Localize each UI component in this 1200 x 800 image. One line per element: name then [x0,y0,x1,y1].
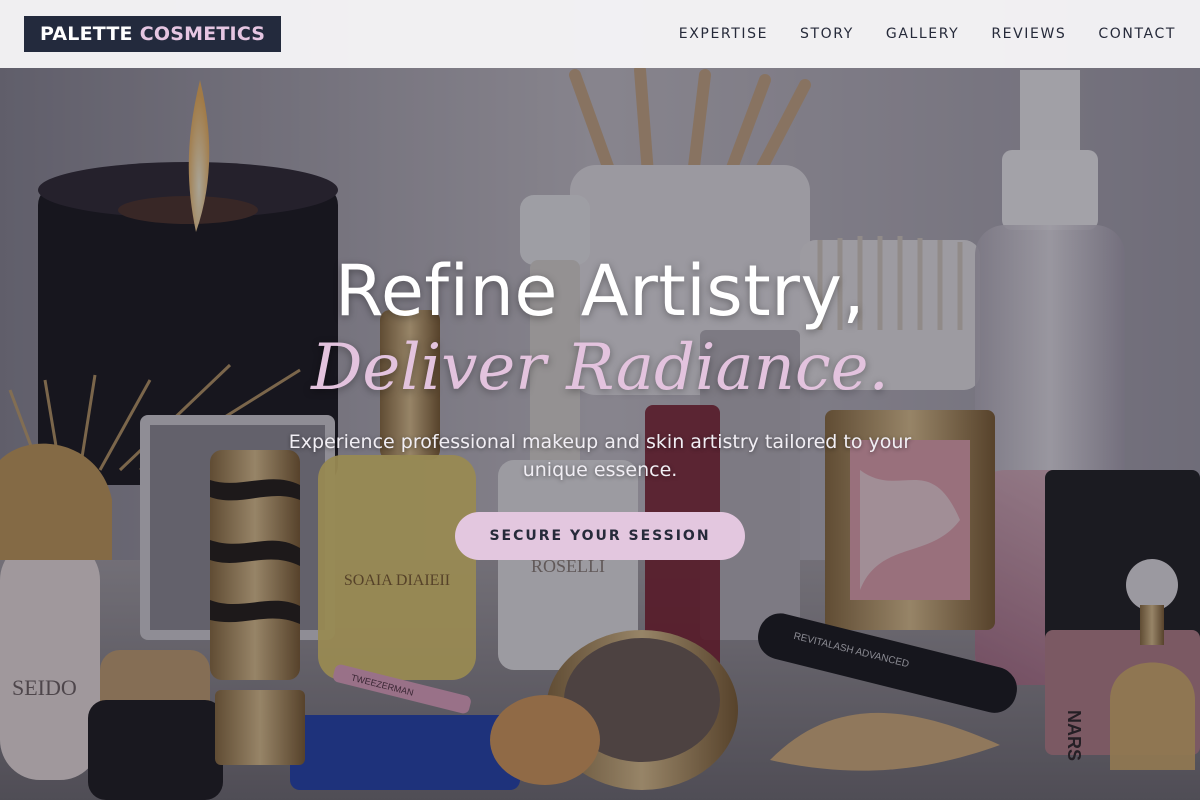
nav-link-expertise[interactable]: EXPERTISE [679,26,768,42]
hero-content: Refine Artistry, Deliver Radiance. Exper… [0,250,1200,560]
secure-session-button[interactable]: SECURE YOUR SESSION [455,512,745,560]
site-header: PALETTE COSMETICS EXPERTISE STORY GALLER… [0,0,1200,68]
brand-logo[interactable]: PALETTE COSMETICS [24,16,282,52]
nav-link-contact[interactable]: CONTACT [1098,26,1176,42]
logo-word-cosmetics: COSMETICS [139,23,266,45]
main-nav: EXPERTISE STORY GALLERY REVIEWS CONTACT [679,26,1176,42]
nav-link-reviews[interactable]: REVIEWS [991,26,1066,42]
nav-link-story[interactable]: STORY [800,26,854,42]
nav-link-gallery[interactable]: GALLERY [886,26,959,42]
hero-title-line2: Deliver Radiance. [311,331,889,405]
hero-title-line1: Refine Artistry, [334,250,866,332]
logo-word-palette: PALETTE [40,23,133,45]
hero-subtitle: Experience professional makeup and skin … [288,431,912,481]
